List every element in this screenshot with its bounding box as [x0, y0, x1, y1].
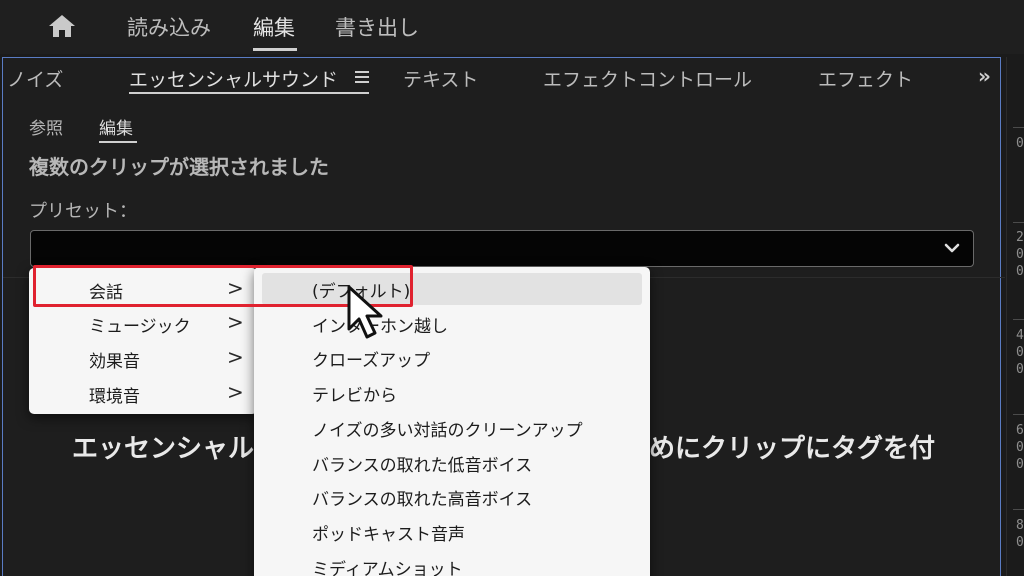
ruler-label: 0 [1016, 535, 1024, 550]
ruler-tick [1013, 319, 1024, 320]
preset-item-balanced-high[interactable]: バランスの取れた高音ボイス [312, 485, 532, 510]
ruler-tick [1013, 222, 1024, 223]
workspace-tab-import[interactable]: 読み込み [127, 12, 211, 42]
workspace-bar: 読み込み 編集 書き出し [0, 0, 1024, 54]
dialogue-preset-submenu: (デフォルト) インターホン越し クローズアップ テレビから ノイズの多い対話の… [254, 267, 650, 576]
workspace-tab-export[interactable]: 書き出し [335, 12, 419, 42]
sub-tab-browse[interactable]: 参照 [29, 114, 63, 139]
hint-text-left: エッセンシャル [72, 434, 255, 464]
menu-item-ambience[interactable]: 環境音 > [29, 376, 257, 410]
ruler-tick [1013, 509, 1024, 510]
panel-tab-noise[interactable]: ノイズ [7, 65, 63, 92]
level-ruler: 0 2 0 0 4 0 0 6 0 0 8 0 [1006, 57, 1024, 576]
ruler-label: 0 [1016, 136, 1024, 151]
sub-tab-edit[interactable]: 編集 [99, 114, 133, 139]
workspace-tab-edit[interactable]: 編集 [253, 12, 295, 42]
panel-tab-underline [129, 92, 369, 94]
ruler-label: 4 [1016, 328, 1024, 343]
sub-tab-underline [99, 141, 137, 143]
ruler-label: 0 [1016, 457, 1024, 472]
ruler-tick [1013, 127, 1024, 128]
menu-item-label: 環境音 [89, 387, 140, 407]
preset-item-noisy-cleanup[interactable]: ノイズの多い対話のクリーンアップ [312, 416, 583, 441]
preset-item-balanced-low[interactable]: バランスの取れた低音ボイス [312, 451, 532, 476]
menu-item-label: ミュージック [89, 317, 191, 337]
chevron-right-icon: > [227, 380, 244, 404]
ruler-label: 6 [1016, 423, 1024, 438]
workspace-tab-underline [253, 48, 297, 51]
preset-item-from-tv[interactable]: テレビから [312, 381, 397, 406]
ruler-label: 2 [1016, 230, 1024, 245]
chevron-down-icon [944, 243, 960, 253]
panel-tab-essential-sound[interactable]: エッセンシャルサウンド [129, 65, 338, 92]
chevron-right-icon: > [227, 345, 244, 369]
home-icon[interactable] [47, 13, 77, 39]
overflow-chevrons-icon[interactable]: » [978, 64, 991, 88]
hint-text-right: めにクリップにタグを付 [649, 434, 936, 464]
ruler-label: 0 [1016, 362, 1024, 377]
preset-item-medium-shot[interactable]: ミディアムショット [312, 555, 463, 576]
ruler-label: 0 [1016, 247, 1024, 262]
chevron-right-icon: > [227, 310, 244, 334]
ruler-tick [1013, 414, 1024, 415]
menu-item-sfx[interactable]: 効果音 > [29, 341, 257, 375]
ruler-label: 8 [1016, 518, 1024, 533]
menu-item-music[interactable]: ミュージック > [29, 306, 257, 340]
menu-item-label: 効果音 [89, 352, 140, 372]
panel-tab-effect-controls[interactable]: エフェクトコントロール [543, 65, 752, 92]
ruler-label: 0 [1016, 345, 1024, 360]
preset-item-podcast[interactable]: ポッドキャスト音声 [312, 520, 465, 545]
selection-status: 複数のクリップが選択されました [29, 155, 329, 179]
preset-dropdown[interactable] [30, 230, 974, 267]
ruler-label: 0 [1016, 264, 1024, 279]
preset-label: プリセット： [29, 201, 137, 222]
mouse-pointer-icon [347, 285, 383, 339]
panel-tab-effects[interactable]: エフェクト [818, 65, 913, 92]
panel-menu-icon[interactable] [355, 71, 369, 84]
ruler-label: 0 [1016, 440, 1024, 455]
preset-item-close-up[interactable]: クローズアップ [312, 346, 430, 371]
panel-tab-text[interactable]: テキスト [403, 65, 478, 92]
